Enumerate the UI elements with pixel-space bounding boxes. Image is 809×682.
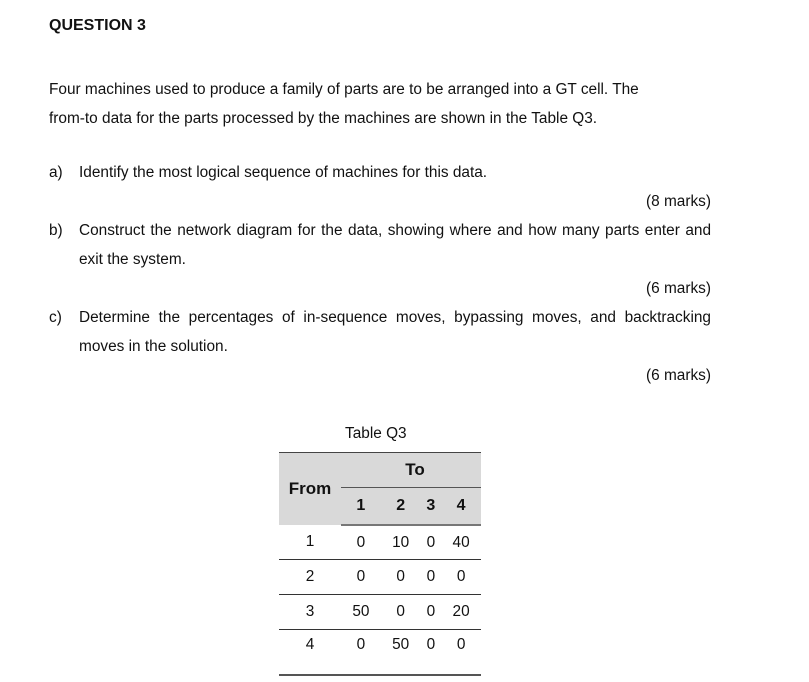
table-cell: 50 <box>341 594 381 630</box>
column-header: 2 <box>380 487 421 526</box>
table-cell: 10 <box>380 525 421 560</box>
part-a: a) Identify the most logical sequence of… <box>49 158 711 187</box>
row-header: 2 <box>279 559 341 595</box>
column-header: 1 <box>341 487 381 526</box>
intro-line-2: from-to data for the parts processed by … <box>49 110 598 127</box>
part-c-label: c) <box>49 309 62 326</box>
from-header: From <box>279 452 341 525</box>
to-header: To <box>341 452 481 488</box>
intro-line-1: Four machines used to produce a family o… <box>49 81 639 98</box>
part-c-marks: (6 marks) <box>646 367 711 384</box>
table-cell: 0 <box>420 629 442 676</box>
from-to-table: From To 1 2 3 4 1 0 10 0 40 2 0 0 0 0 3 … <box>279 452 481 676</box>
table-cell: 20 <box>441 594 481 630</box>
table-row: 3 50 0 0 20 <box>279 594 481 630</box>
column-header: 4 <box>441 487 481 526</box>
question-heading: QUESTION 3 <box>49 17 146 34</box>
table-cell: 0 <box>341 629 381 676</box>
table-header-row: From To <box>279 452 481 525</box>
table-cell: 40 <box>441 525 481 560</box>
row-header: 3 <box>279 594 341 630</box>
table-cell: 0 <box>420 559 442 595</box>
part-a-label: a) <box>49 164 63 181</box>
part-b-text: Construct the network diagram for the da… <box>79 222 711 268</box>
part-c-text: Determine the percentages of in-sequence… <box>79 309 711 355</box>
table-row: 4 0 50 0 0 <box>279 629 481 676</box>
part-b-label: b) <box>49 222 63 239</box>
part-a-text: Identify the most logical sequence of ma… <box>79 164 488 181</box>
table-cell: 0 <box>341 559 381 595</box>
table-cell: 50 <box>380 629 421 676</box>
table-cell: 0 <box>441 559 481 595</box>
row-header: 4 <box>279 629 341 676</box>
table-cell: 0 <box>380 594 421 630</box>
part-c: c) Determine the percentages of in-seque… <box>49 303 711 361</box>
table-cell: 0 <box>420 594 442 630</box>
table-cell: 0 <box>420 525 442 560</box>
row-header: 1 <box>279 525 341 560</box>
table-row: 2 0 0 0 0 <box>279 559 481 595</box>
table-cell: 0 <box>341 525 381 560</box>
column-header: 3 <box>420 487 442 526</box>
question-intro: Four machines used to produce a family o… <box>49 75 711 133</box>
table-row: 1 0 10 0 40 <box>279 525 481 560</box>
part-a-marks: (8 marks) <box>646 193 711 210</box>
table-cell: 0 <box>441 629 481 676</box>
table-cell: 0 <box>380 559 421 595</box>
part-b-marks: (6 marks) <box>646 280 711 297</box>
part-b: b) Construct the network diagram for the… <box>49 216 711 274</box>
table-caption: Table Q3 <box>345 425 407 442</box>
